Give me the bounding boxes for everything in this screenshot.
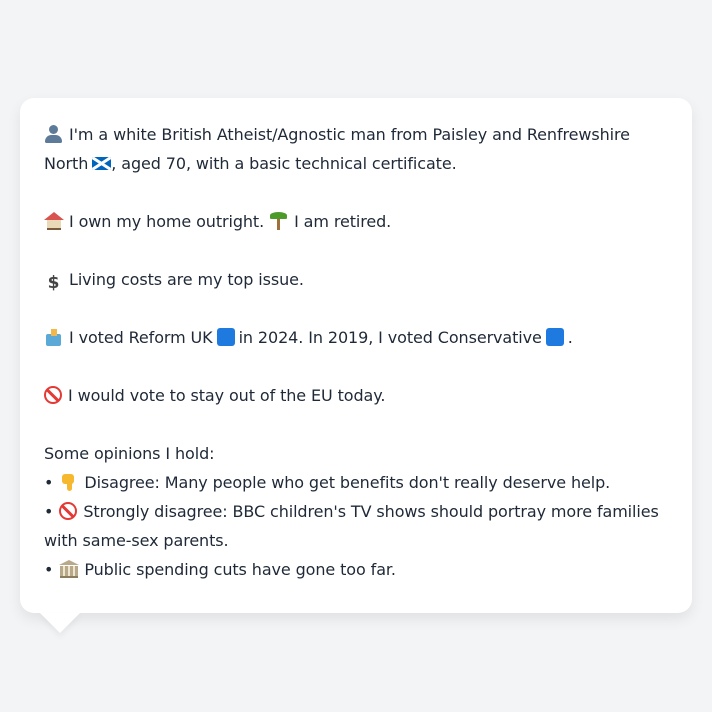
no-entry-icon xyxy=(44,386,62,404)
eu-line: I would vote to stay out of the EU today… xyxy=(44,381,668,410)
opinion-item: • Strongly disagree: BBC children's TV sh… xyxy=(44,497,668,555)
eu-text: I would vote to stay out of the EU today… xyxy=(68,386,386,405)
vote-line: I voted Reform UK in 2024. In 2019, I vot… xyxy=(44,323,668,352)
persona-text: I'm a white British Atheist/Agnostic man… xyxy=(44,120,668,584)
home-text: I own my home outright. xyxy=(69,212,265,231)
scotland-flag-icon xyxy=(92,157,112,170)
bullet: • xyxy=(44,560,54,579)
opinions-heading: Some opinions I hold: xyxy=(44,444,215,463)
blue-square-icon xyxy=(216,328,235,346)
home-line: I own my home outright. I am retired. xyxy=(44,207,668,236)
opinion-text: Strongly disagree: BBC children's TV sho… xyxy=(44,502,659,550)
classical-building-icon xyxy=(59,560,80,578)
no-entry-icon xyxy=(59,502,78,520)
bullet: • xyxy=(44,473,54,492)
vote-text-end: . xyxy=(567,328,573,347)
issue-text: Living costs are my top issue. xyxy=(69,270,304,289)
opinion-item: • Disagree: Many people who get benefits … xyxy=(44,468,668,497)
blue-square-icon xyxy=(545,328,564,346)
house-icon xyxy=(44,212,64,230)
opinion-text: Disagree: Many people who get benefits d… xyxy=(84,473,611,492)
opinion-item: • Public spending cuts have gone too far. xyxy=(44,555,668,584)
person-icon xyxy=(44,125,63,143)
vote-text-2024: I voted Reform UK xyxy=(69,328,213,347)
intro-text-after: , aged 70, with a basic technical certif… xyxy=(111,154,457,173)
opinion-text: Public spending cuts have gone too far. xyxy=(84,560,396,579)
persona-card: I'm a white British Atheist/Agnostic man… xyxy=(20,98,692,613)
dollar-icon: $ xyxy=(47,273,60,293)
issue-line: $ Living costs are my top issue. xyxy=(44,265,668,294)
intro-line: I'm a white British Atheist/Agnostic man… xyxy=(44,120,668,178)
vote-text-2019: in 2024. In 2019, I voted Conservative xyxy=(238,328,542,347)
thumbs-down-icon xyxy=(59,473,78,491)
retired-text: I am retired. xyxy=(294,212,392,231)
ballot-box-icon xyxy=(44,328,63,346)
palm-tree-icon xyxy=(269,212,288,230)
bullet: • xyxy=(44,502,54,521)
speech-bubble-tail xyxy=(40,613,80,633)
